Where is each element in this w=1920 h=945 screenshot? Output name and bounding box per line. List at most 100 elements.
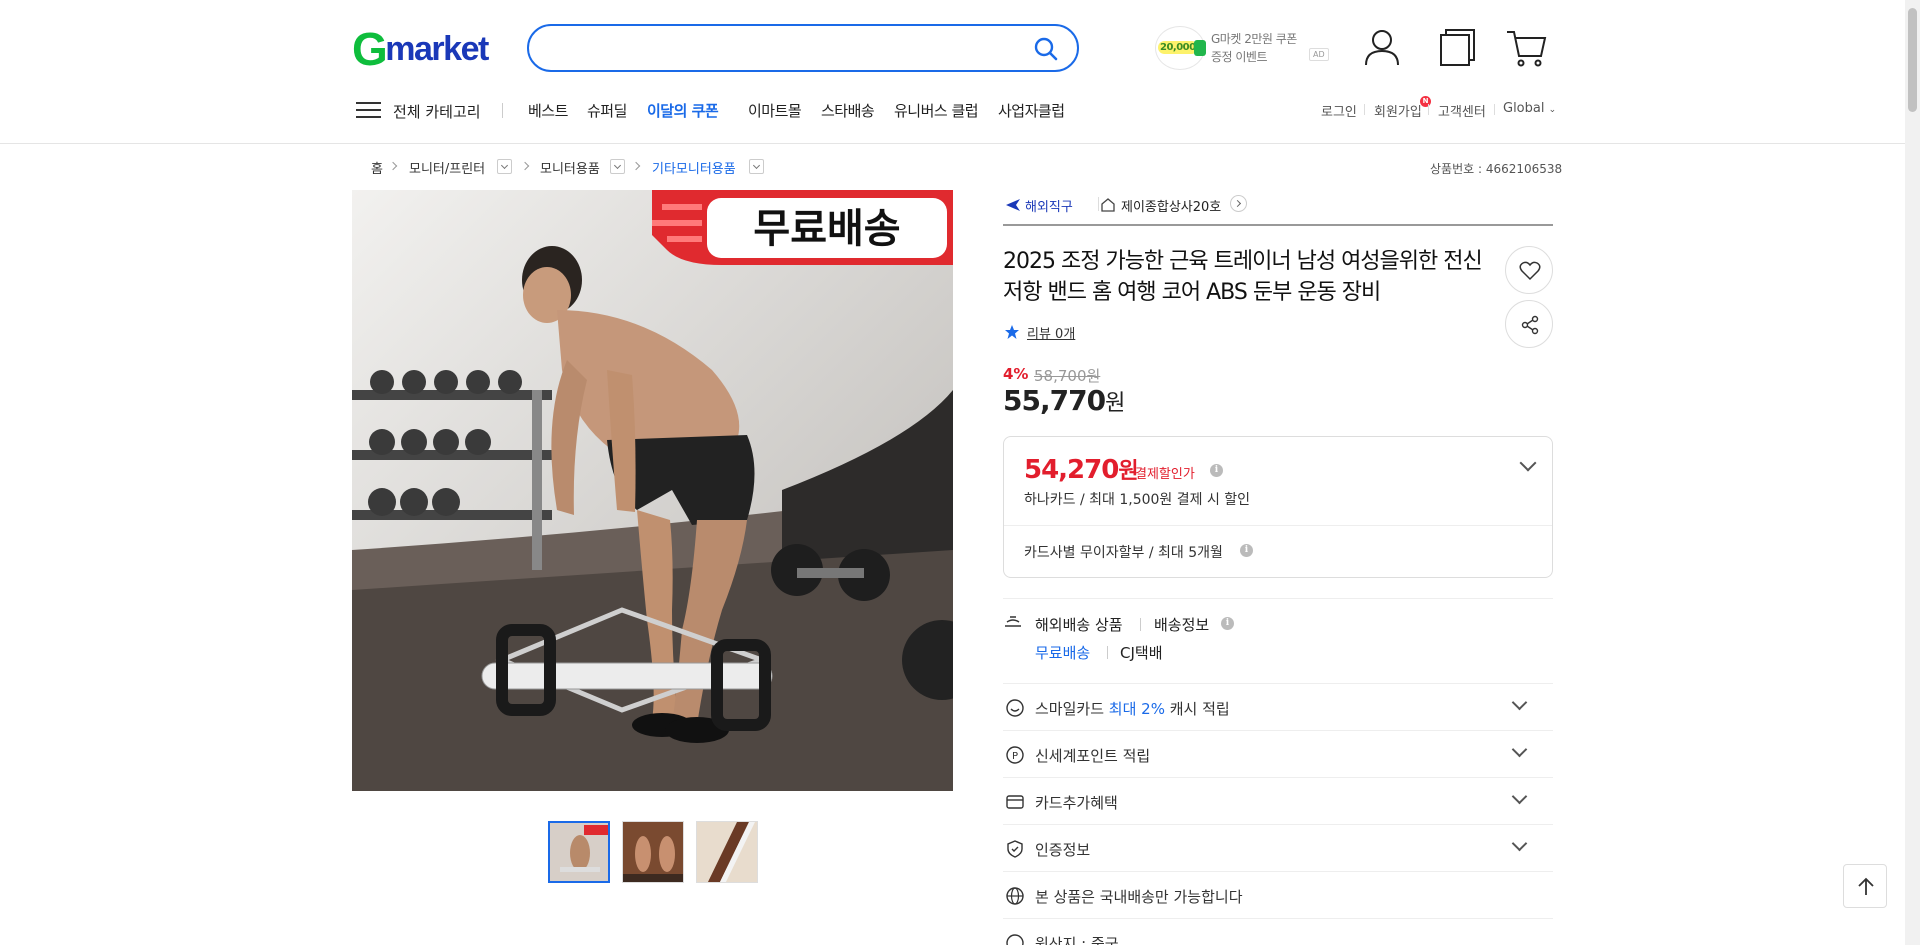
gmarket-logo[interactable]: Gmarket: [352, 23, 489, 75]
promo-amount: 20,000: [1158, 41, 1198, 54]
seller-chevron-icon[interactable]: [1230, 195, 1247, 212]
thumbnail-1[interactable]: [548, 821, 610, 883]
smile-card-benefit-row[interactable]: 스마일카드 최대 2% 캐시 적립: [1003, 685, 1553, 731]
breadcrumb-monitor-supplies[interactable]: 모니터용품: [540, 158, 600, 177]
divider: [1003, 683, 1553, 684]
user-icon[interactable]: [1361, 26, 1403, 68]
nav-divider: [502, 103, 503, 118]
original-price: 58,700원: [1034, 367, 1101, 385]
chevron-down-icon: [1511, 694, 1528, 711]
card-discount-label: 결제할인가: [1135, 467, 1195, 482]
info-icon[interactable]: i: [1240, 544, 1253, 557]
benefit-label: 카드추가혜택: [1035, 794, 1118, 812]
search-input[interactable]: [551, 36, 1011, 60]
arrow-up-icon: [1858, 877, 1874, 895]
util-divider: [1364, 104, 1365, 115]
page-scrollbar[interactable]: [1905, 0, 1920, 945]
shield-check-icon: [1007, 840, 1023, 858]
divider: [1003, 730, 1553, 731]
thumbnail-2[interactable]: [622, 821, 684, 883]
share-button[interactable]: [1505, 300, 1553, 348]
shinsegae-point-row[interactable]: P 신세계포인트 적립: [1003, 732, 1553, 778]
nav-item-emart-mall[interactable]: 이마트몰: [748, 100, 802, 121]
signup-link[interactable]: 회원가입: [1374, 101, 1422, 120]
product-main-image[interactable]: 무료배송: [352, 190, 953, 791]
card-discount-price: 54,270원: [1024, 453, 1139, 485]
divider: [1107, 646, 1108, 659]
discount-rate: 4%: [1003, 365, 1029, 383]
nav-item-star-delivery[interactable]: 스타배송: [821, 100, 875, 121]
breadcrumb-dropdown[interactable]: [610, 159, 625, 174]
sale-price-unit: 원: [1105, 391, 1125, 416]
card-discount-box[interactable]: 54,270원 결제할인가 i 하나카드 / 최대 1,500원 결제 시 할인…: [1003, 436, 1553, 578]
divider: [1003, 824, 1553, 825]
installment-info: 카드사별 무이자할부 / 최대 5개월: [1024, 545, 1223, 561]
chevron-down-icon: [1511, 835, 1528, 852]
card-price-value: 54,270: [1024, 455, 1119, 485]
customer-center-link[interactable]: 고객센터: [1438, 101, 1486, 120]
card-extra-benefit-row[interactable]: 카드추가혜택: [1003, 779, 1553, 825]
nav-item-superdeal[interactable]: 슈퍼딜: [587, 100, 627, 121]
scroll-to-top-button[interactable]: [1843, 864, 1887, 908]
chevron-down-icon: ⌄: [1548, 105, 1557, 115]
login-link[interactable]: 로그인: [1321, 101, 1357, 120]
divider: [1003, 918, 1553, 919]
share-icon: [1521, 315, 1539, 335]
breadcrumb-dropdown[interactable]: [749, 159, 764, 174]
menu-icon[interactable]: [356, 100, 382, 120]
point-icon: P: [1006, 746, 1024, 764]
benefit-label: 원산지 : 중국: [1035, 935, 1119, 945]
breadcrumb-monitor-printer[interactable]: 모니터/프린터: [409, 158, 485, 177]
all-categories-link[interactable]: 전체 카테고리: [393, 101, 481, 122]
nav-item-monthly-coupon[interactable]: 이달의 쿠폰: [647, 100, 719, 121]
airplane-icon: [1006, 199, 1020, 211]
breadcrumb-current[interactable]: 기타모니터용품: [652, 158, 736, 177]
chevron-down-icon[interactable]: [1519, 454, 1537, 472]
coupon-tag-icon: [1194, 40, 1206, 56]
info-icon[interactable]: i: [1221, 617, 1234, 630]
promo-line1: G마켓 2만원 쿠폰: [1211, 32, 1297, 46]
globe-icon: [1006, 887, 1024, 905]
benefit-label: 스마일카드 최대 2% 캐시 적립: [1035, 698, 1230, 719]
product-number: 상품번호 : 4662106538: [1430, 162, 1563, 176]
review-count-link[interactable]: 리뷰 0개: [1027, 323, 1075, 342]
overseas-shipping-icon: [1005, 616, 1021, 627]
breadcrumb-arrow-icon: [631, 161, 641, 171]
product-page: Gmarket 20,000 G마켓 2만원 쿠폰 증정 이벤트 AD 전체 카…: [0, 0, 1920, 945]
sale-price-value: 55,770: [1003, 384, 1106, 417]
overseas-direct-badge: 해외직구: [1025, 200, 1073, 215]
breadcrumb-arrow-icon: [520, 161, 530, 171]
cart-icon[interactable]: [1505, 26, 1547, 68]
shipping-info-label: 배송정보: [1154, 616, 1210, 634]
divider: [1098, 197, 1099, 211]
coupon-promo-banner[interactable]: 20,000 G마켓 2만원 쿠폰 증정 이벤트 AD: [1155, 24, 1330, 72]
info-icon[interactable]: i: [1210, 464, 1223, 477]
nav-item-business-club[interactable]: 사업자클럽: [998, 100, 1065, 121]
sale-price: 55,770원: [1003, 384, 1125, 417]
divider: [1004, 525, 1552, 526]
origin-icon: [1006, 934, 1024, 945]
main-nav: 전체 카테고리 베스트 슈퍼딜 이달의 쿠폰 이마트몰 스타배송 유니버스 클럽…: [352, 96, 1552, 122]
nav-item-universe-club[interactable]: 유니버스 클럽: [894, 100, 979, 121]
promo-line2: 증정 이벤트: [1211, 50, 1268, 64]
heart-icon: [1519, 261, 1541, 281]
svg-text:P: P: [1012, 751, 1018, 762]
scrollbar-thumb[interactable]: [1908, 8, 1917, 112]
seller-name-link[interactable]: 제이종합상사20호: [1121, 196, 1221, 215]
breadcrumb-dropdown[interactable]: [497, 159, 512, 174]
divider: [1003, 871, 1553, 872]
benefit-text: 캐시 적립: [1164, 700, 1230, 718]
wishlist-button[interactable]: [1505, 246, 1553, 294]
search-icon[interactable]: [1033, 36, 1059, 62]
recent-items-icon[interactable]: [1436, 26, 1478, 68]
nav-item-best[interactable]: 베스트: [528, 100, 568, 121]
search-box: [527, 24, 1079, 72]
global-dropdown[interactable]: Global ⌄: [1503, 101, 1556, 116]
certification-row[interactable]: 인증정보: [1003, 826, 1553, 872]
breadcrumb-home[interactable]: 홈: [371, 158, 383, 177]
divider: [1003, 777, 1553, 778]
thumbnail-3[interactable]: [696, 821, 758, 883]
overseas-shipping-label: 해외배송 상품: [1035, 616, 1123, 634]
util-divider: [1428, 104, 1429, 115]
free-shipping-label: 무료배송: [1035, 644, 1091, 662]
